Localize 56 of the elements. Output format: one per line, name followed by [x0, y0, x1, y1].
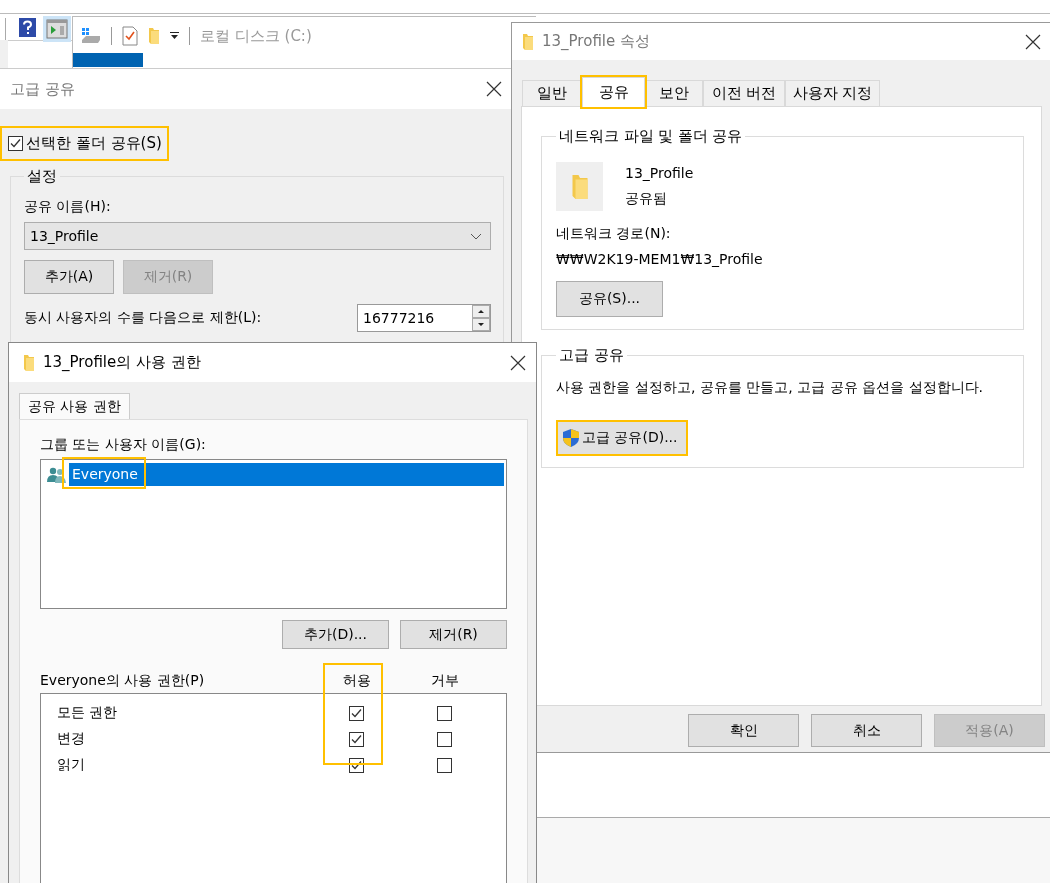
folder-icon	[23, 353, 35, 372]
drive-icon	[81, 28, 101, 44]
description-text: 사용 권한을 설정하고, 공유를 만들고, 고급 공유 옵션을 설정합니다.	[556, 378, 984, 397]
window-title: 로컬 디스크 (C:)	[200, 26, 312, 46]
share-name-combobox[interactable]: 13_Profile	[24, 222, 491, 250]
dropdown-icon[interactable]	[170, 32, 179, 40]
button[interactable]: 추가(A)	[24, 260, 114, 294]
help-icon[interactable]	[19, 18, 36, 37]
button[interactable]: 추가(D)...	[282, 620, 389, 649]
tab[interactable]: 사용자 지정	[785, 80, 880, 106]
folder-name: 13_Profile	[625, 165, 694, 181]
dialog-title: 고급 공유	[10, 79, 75, 99]
tab[interactable]: 보안	[645, 80, 703, 106]
number-spinner[interactable]: 16777216	[357, 304, 491, 332]
column-header: 허용	[342, 672, 372, 690]
checkbox[interactable]	[436, 757, 452, 773]
users-icon	[47, 466, 67, 483]
dialog-title: 13_Profile의 사용 권한	[43, 353, 201, 372]
button[interactable]: 고급 공유(D)...	[556, 420, 688, 456]
tab[interactable]: 일반	[522, 80, 582, 106]
checkbox[interactable]	[436, 731, 452, 747]
group-label: 네트워크 파일 및 폴더 공유	[558, 127, 744, 146]
field-label: 동시 사용자의 수를 다음으로 제한(L):	[24, 309, 262, 327]
close-icon[interactable]	[486, 81, 502, 97]
tab[interactable]: 공유 사용 권한	[19, 393, 130, 420]
dialog-title: 13_Profile 속성	[542, 32, 650, 51]
checkbox[interactable]	[436, 705, 452, 721]
button[interactable]: 취소	[811, 714, 922, 747]
tab[interactable]: 공유	[582, 77, 645, 107]
permission-name: 모든 권한	[57, 704, 119, 722]
field-label: 네트워크 경로(N):	[556, 225, 672, 243]
checkbox[interactable]	[8, 136, 23, 151]
network-path: ₩₩W2K19-MEM1₩13_Profile	[556, 251, 764, 267]
checkbox[interactable]	[348, 731, 364, 747]
group-label: 고급 공유	[558, 346, 625, 365]
button[interactable]: 확인	[688, 714, 799, 747]
folder-icon	[522, 32, 534, 51]
list-item[interactable]: Everyone	[69, 463, 504, 486]
checkbox[interactable]	[348, 705, 364, 721]
checklist-icon[interactable]	[122, 26, 138, 46]
group-label: 설정	[26, 167, 58, 186]
close-icon[interactable]	[1025, 33, 1041, 50]
checkbox-label[interactable]: 선택한 폴더 공유(S)	[26, 134, 162, 153]
field-label: 공유 이름(H):	[24, 198, 112, 216]
field-label: Everyone의 사용 권한(P)	[40, 672, 206, 690]
share-status: 공유됨	[625, 190, 668, 208]
chevron-icon	[470, 232, 482, 240]
field-label: 그룹 또는 사용자 이름(G):	[40, 436, 207, 454]
permission-name: 변경	[57, 730, 86, 748]
button[interactable]: 공유(S)...	[556, 281, 663, 317]
tab[interactable]: 이전 버전	[703, 80, 785, 106]
close-icon[interactable]	[510, 354, 526, 371]
permission-name: 읽기	[57, 756, 86, 774]
shield-icon	[562, 428, 580, 448]
button[interactable]: 제거(R)	[400, 620, 507, 649]
column-header: 거부	[430, 672, 460, 690]
